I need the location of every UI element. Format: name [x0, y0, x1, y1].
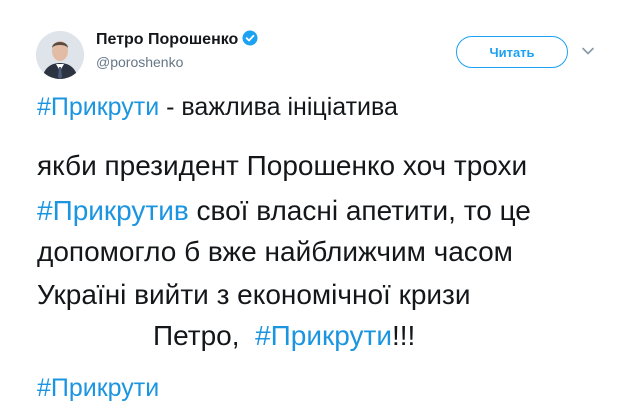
hashtag-link[interactable]: #Прикрути [37, 93, 159, 121]
author-handle[interactable]: @poroshenko [96, 54, 183, 70]
intro-text: - важлива ініціатива [159, 93, 398, 121]
tweet-body-line-2: #Прикрутив свої власні апетити, то це [37, 195, 531, 227]
author-name[interactable]: Петро Порошенко [96, 30, 258, 49]
hashtag-link[interactable]: #Прикрути [255, 320, 392, 351]
avatar[interactable] [36, 31, 84, 79]
chevron-down-icon[interactable] [581, 44, 595, 58]
user-avatar-icon [36, 31, 84, 79]
body-text: свої власні апетити, то це [188, 195, 531, 226]
verified-badge-icon [242, 30, 258, 46]
tweet-body-line-3: допомогло б вже найближчим часом [37, 236, 513, 267]
body-text-suffix: !!! [391, 320, 416, 351]
footer-hashtag: #Прикрути [37, 374, 159, 403]
tweet-body-line-4: Україні вийти з економічної кризи [37, 279, 471, 310]
hashtag-link[interactable]: #Прикрутив [37, 195, 189, 226]
hashtag-link[interactable]: #Прикрути [37, 374, 159, 402]
author-name-text: Петро Порошенко [96, 31, 239, 48]
follow-button[interactable]: Читать [456, 36, 568, 68]
tweet-body-line-1: якби президент Порошенко хоч трохи [37, 150, 528, 181]
tweet-intro-line: #Прикрути - важлива ініціатива [37, 93, 398, 122]
tweet-body-line-5: Петро, #Прикрути!!! [153, 320, 415, 352]
body-text: Петро, [153, 320, 256, 351]
tweet-card: Петро Порошенко @poroshenko Читать #Прик… [0, 0, 636, 416]
